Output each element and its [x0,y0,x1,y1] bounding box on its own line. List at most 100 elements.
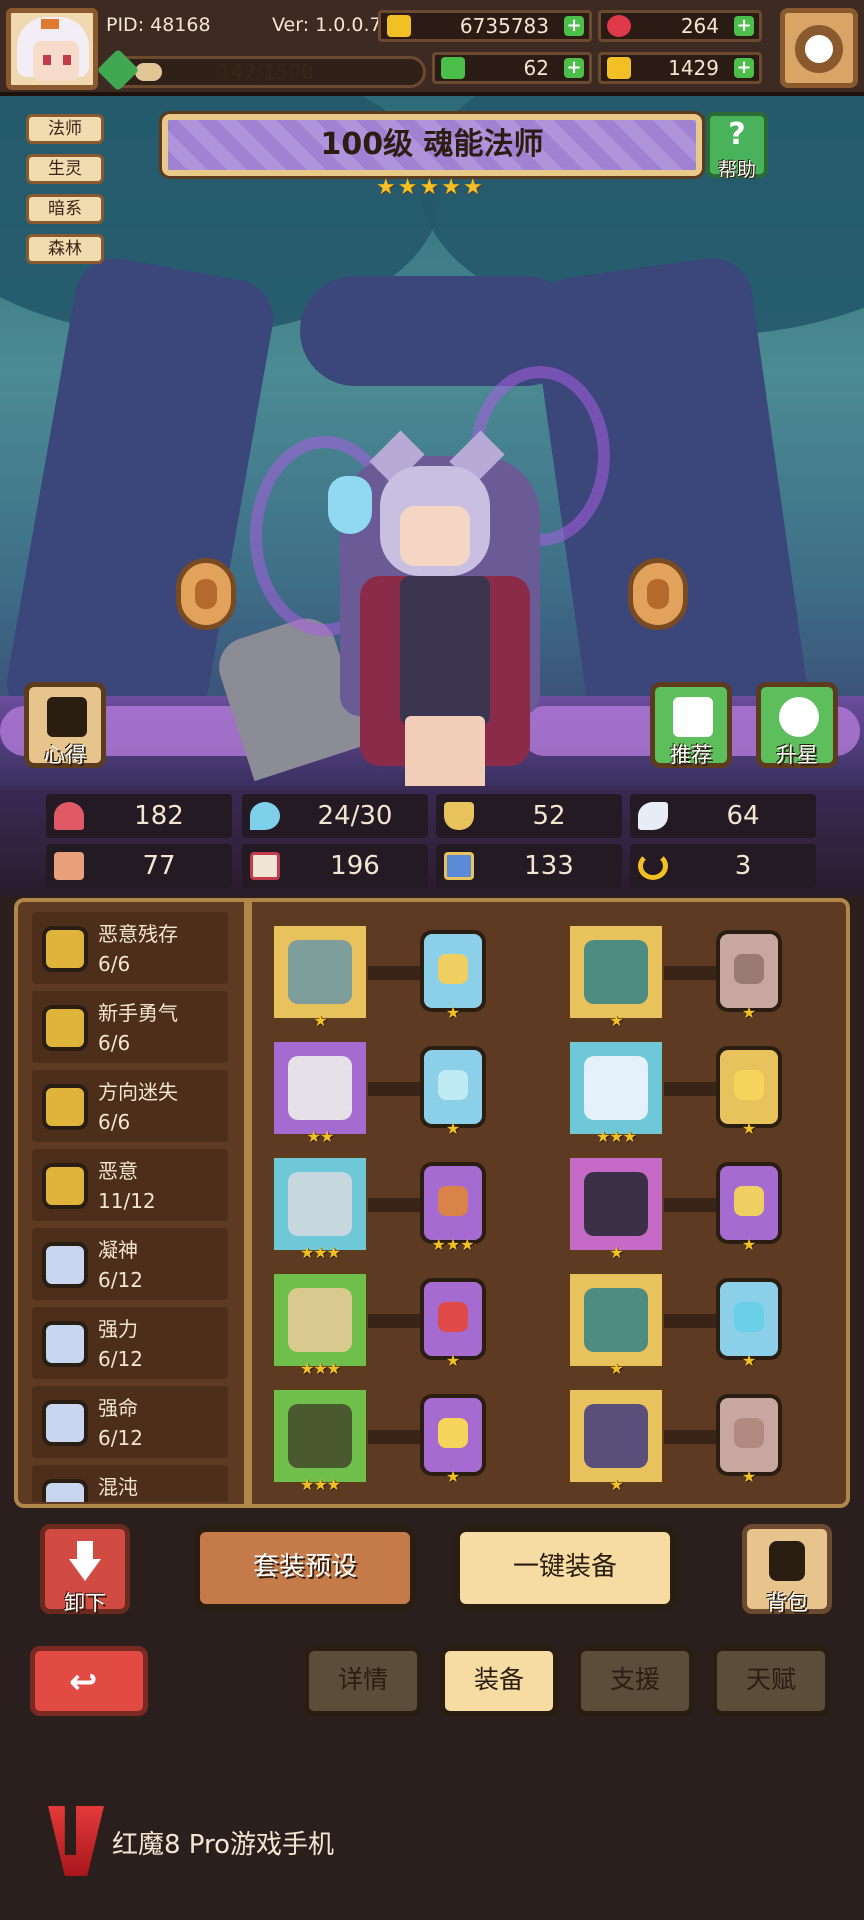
equipment-slot[interactable]: ★★★ [270,1154,370,1262]
rune-slot[interactable]: ★ [716,1046,782,1138]
wing-icon [638,802,668,830]
rune-slot[interactable]: ★ [420,1278,486,1370]
equipment-slot[interactable]: ★★★ [270,1270,370,1378]
settings-button[interactable] [780,8,858,88]
equipment-slot[interactable]: ★ [270,922,370,1030]
equipment-stars: ★★★ [299,1359,341,1378]
auto-equip-button[interactable]: 一键装备 [454,1526,676,1610]
set-medal-icon [42,1400,88,1446]
rune-slot[interactable]: ★★★ [420,1162,486,1254]
slot-connector [664,966,720,980]
panel-divider [244,902,252,1506]
gold-value: 6735783 [459,14,549,38]
tab-support[interactable]: 支援 [576,1646,694,1716]
set-bonus-item[interactable]: 强力 6/12 [32,1307,228,1379]
help-button[interactable]: ? 帮助 [706,112,768,181]
next-hero-arrow[interactable] [628,558,688,630]
back-button[interactable]: ↩ [30,1646,148,1716]
equipment-item-icon [584,1404,648,1468]
insight-button[interactable]: 心得 [24,682,106,768]
unequip-button[interactable]: 卸下 [40,1524,130,1615]
set-preset-button[interactable]: 套装预设 [194,1526,416,1610]
rune-slot[interactable]: ★ [716,1278,782,1370]
set-bonus-item[interactable]: 凝神 6/12 [32,1228,228,1300]
set-bonus-item[interactable]: 方向迷失 6/6 [32,1070,228,1142]
equipment-slot[interactable]: ★ [566,1386,666,1494]
set-medal-icon [42,1321,88,1367]
clover-value: 62 [523,56,549,80]
player-avatar[interactable] [6,8,98,90]
version-label: Ver: 1.0.0.7 [272,14,382,36]
set-bonus-list[interactable]: 恶意残存 6/6 新手勇气 6/6 方向迷失 6/6 恶意 11/12 凝神 6/12 强力 6/12… [32,912,240,1502]
tab-details[interactable]: 详情 [304,1646,422,1716]
equipment-slot[interactable]: ★ [566,1270,666,1378]
rune-slot[interactable]: ★ [420,930,486,1022]
spirit-potion [328,476,372,534]
resist-value: 133 [524,851,574,881]
brand-text: 红魔8 Pro游戏手机 [112,1830,335,1860]
equipment-item-icon [288,1172,352,1236]
equipment-slot[interactable]: ★ [566,922,666,1030]
equipment-item-icon [288,1056,352,1120]
equipment-item-icon [584,1288,648,1352]
rune-slot[interactable]: ★ [716,930,782,1022]
add-gold-button[interactable]: + [564,16,584,36]
stat-magic: 196 [242,844,428,888]
equipment-slot[interactable]: ★★★ [270,1386,370,1494]
rune-icon [438,954,468,984]
rune-slot[interactable]: ★ [420,1046,486,1138]
star-icon: ★ [419,175,440,200]
equipment-slot[interactable]: ★★ [270,1038,370,1146]
set-name: 新手勇气 [98,1001,178,1025]
set-bonus-item[interactable]: 新手勇气 6/6 [32,991,228,1063]
add-clover-button[interactable]: + [564,58,584,78]
scroll-icon [47,697,87,737]
tab-talent[interactable]: 天赋 [712,1646,830,1716]
rune-stars: ★ [445,1003,461,1022]
red-gem-icon [607,15,631,37]
hero-face [400,506,470,566]
backpack-icon [769,1541,805,1581]
speed-value: 64 [726,801,760,831]
equipment-item-icon [584,940,648,1004]
attack-value: 77 [142,851,176,881]
set-medal-icon [42,1005,88,1051]
add-key-button[interactable]: + [734,58,754,78]
top-bar: PID: 48168 Ver: 1.0.0.7 6735783 + 264 + … [0,0,864,96]
add-gem-button[interactable]: + [734,16,754,36]
bag-button[interactable]: 背包 [742,1524,832,1615]
hero-legs [405,716,485,786]
equipment-stars: ★ [609,1475,623,1494]
gear-icon [795,25,843,73]
stats-panel: 182 24/30 52 64 77 196 133 3 [0,786,864,896]
recommend-button[interactable]: 推荐 [650,682,732,768]
set-bonus-item[interactable]: 强命 6/12 [32,1386,228,1458]
stat-defense: 52 [436,794,622,838]
hero-body [400,576,490,726]
set-count: 6/12 [98,1268,143,1292]
magic-value: 196 [330,851,380,881]
equipment-stars: ★★★ [299,1243,341,1262]
rune-stars: ★★★ [431,1235,475,1254]
insight-label: 心得 [44,743,86,767]
rune-icon [734,1070,764,1100]
hero-character[interactable] [300,416,580,786]
class-tags: 法师 生灵 暗系 森林 [26,114,104,274]
equipment-slot[interactable]: ★★★ [566,1038,666,1146]
rune-slot[interactable]: ★ [716,1394,782,1486]
rune-slot[interactable]: ★ [420,1394,486,1486]
set-bonus-item[interactable]: 混沌 [32,1465,228,1502]
clover-icon [441,57,465,79]
rune-icon [438,1186,468,1216]
upgrade-star-button[interactable]: 升星 [756,682,838,768]
prev-hero-arrow[interactable] [176,558,236,630]
unequip-label: 卸下 [64,1591,106,1615]
set-bonus-item[interactable]: 恶意残存 6/6 [32,912,228,984]
equipment-slot[interactable]: ★ [566,1154,666,1262]
set-bonus-item[interactable]: 恶意 11/12 [32,1149,228,1221]
hp-value: 182 [134,801,184,831]
avatar-bow [41,19,59,29]
rune-slot[interactable]: ★ [716,1162,782,1254]
equipment-stars: ★★ [306,1127,335,1146]
tab-equip[interactable]: 装备 [440,1646,558,1716]
